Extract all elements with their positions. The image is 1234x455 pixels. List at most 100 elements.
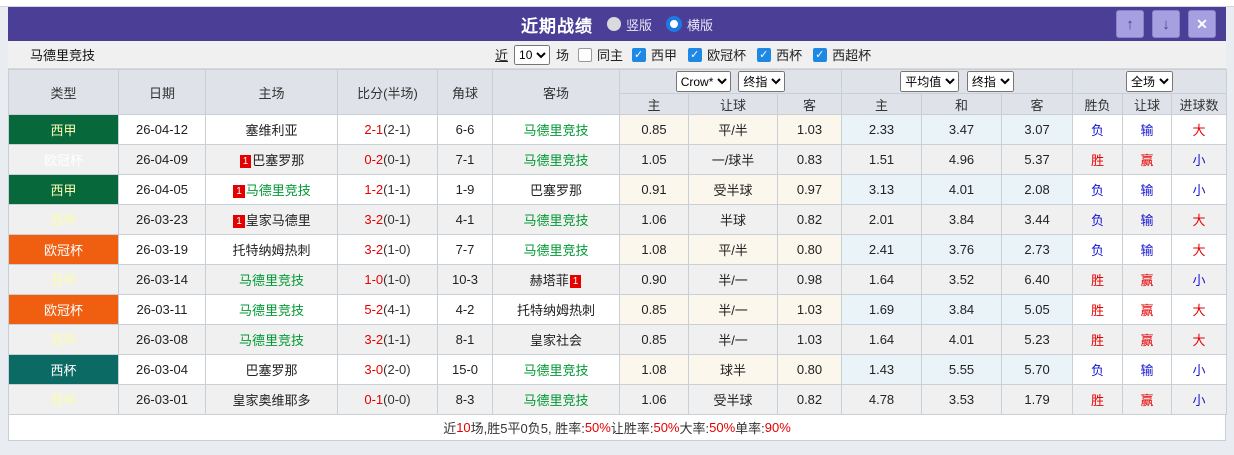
matches-label: 场 <box>556 48 570 63</box>
top-strip <box>0 0 1234 7</box>
result-cell: 胜 <box>1072 384 1124 415</box>
summary-segment: 单率: <box>735 421 765 436</box>
arrow-down-icon: ↓ <box>1162 15 1170 33</box>
layout-radio-vertical[interactable]: 竖版 <box>606 15 652 34</box>
league-checkbox-ucl[interactable] <box>688 47 703 62</box>
odds-cell: 1.06 <box>619 384 689 415</box>
match-row: 西甲 26-03-01 皇家奥维耶多 0-1(0-0) 8-3 马德里竞技 1.06 受半球 0… <box>8 384 1228 415</box>
fulltime-score: 5-2 <box>364 302 384 317</box>
subheader-avg-draw: 和 <box>921 93 1003 115</box>
filter-toolbar: 马德里竞技 近 10 场 同主 西甲 欧冠杯 西杯 西超杯 <box>8 41 1226 69</box>
result-cell: 赢 <box>1122 294 1173 325</box>
league-checkbox-liga[interactable] <box>632 47 647 62</box>
recent-label-link[interactable]: 近 <box>495 45 508 64</box>
odds-cell: 1.05 <box>619 144 689 175</box>
result-cell: 小 <box>1171 174 1228 205</box>
avg-odds-cell: 4.01 <box>921 324 1003 355</box>
result-cell: 赢 <box>1122 324 1173 355</box>
result-cell: 大 <box>1171 204 1228 235</box>
subheader-avg-away: 客 <box>1001 93 1074 115</box>
team-name: 马德里竞技 <box>30 48 96 63</box>
recent-count-select[interactable]: 10 <box>514 44 551 65</box>
fulltime-score: 3-2 <box>364 332 384 347</box>
summary-segment: 90% <box>764 420 791 435</box>
corners-cell: 7-1 <box>437 144 493 175</box>
league-checkbox-copa[interactable] <box>757 47 772 62</box>
result-cell: 负 <box>1072 114 1124 145</box>
result-cell: 小 <box>1171 144 1228 175</box>
recent-results-panel: 近期战绩 竖版 横版 ↑ ↓ ✕ 马德里竞技 近 10 场 同主 ✓ 西甲 ✓ … <box>0 0 1234 455</box>
summary-segment: 50% <box>709 420 736 435</box>
away-team-name: 马德里竞技 <box>523 243 589 258</box>
away-team-name: 马德里竞技 <box>523 153 589 168</box>
move-up-button[interactable]: ↑ <box>1116 10 1144 38</box>
away-team-name: 马德里竞技 <box>523 213 589 228</box>
away-team: 马德里竞技 <box>492 234 620 265</box>
result-cell: 大 <box>1171 294 1228 325</box>
match-date: 26-04-12 <box>118 114 206 145</box>
score-cell: 3-2(1-1) <box>337 324 438 355</box>
avg-odds-cell: 4.96 <box>921 144 1003 175</box>
result-cell: 负 <box>1072 204 1124 235</box>
summary-segment: 让胜率: <box>610 421 654 436</box>
header-odds-group: Crow* 终指 <box>618 69 843 94</box>
league-badge: 西甲 <box>8 264 119 295</box>
away-team: 马德里竞技 <box>492 384 620 415</box>
fulltime-score: 2-1 <box>364 122 384 137</box>
summary-segment: 50% <box>584 420 611 435</box>
league-checkbox-supercopa[interactable] <box>813 47 828 62</box>
odds-cell: 1.06 <box>619 204 689 235</box>
odds-cell: 0.97 <box>776 174 843 205</box>
home-team: 1 皇家马德里 <box>205 204 338 235</box>
bookmaker-select[interactable]: Crow* <box>675 71 731 92</box>
odds-cell: 1.08 <box>619 234 689 265</box>
avg-odds-cell: 5.23 <box>1001 324 1074 355</box>
radio-vertical-label: 竖版 <box>625 17 652 33</box>
odds-cell: 1.03 <box>776 324 843 355</box>
away-team: 马德里竞技 <box>492 114 620 145</box>
odds-cell: 受半球 <box>688 384 778 415</box>
subheader-handicap-result: 让球 <box>1122 93 1173 115</box>
fulltime-score: 3-0 <box>364 362 384 377</box>
move-down-button[interactable]: ↓ <box>1152 10 1180 38</box>
subheader-odds-home: 主 <box>619 93 689 115</box>
same-home-checkbox[interactable] <box>578 47 593 62</box>
close-button[interactable]: ✕ <box>1188 10 1216 38</box>
match-date: 26-04-09 <box>118 144 206 175</box>
arrow-up-icon: ↑ <box>1126 15 1134 33</box>
score-cell: 3-0(2-0) <box>337 354 438 385</box>
match-row: 西甲 26-03-08 马德里竞技 3-2(1-1) 8-1 皇家社会 0.85 半/一 1.0… <box>8 324 1228 355</box>
home-team-name: 马德里竞技 <box>238 273 304 288</box>
odds-cell: 0.85 <box>619 324 689 355</box>
result-cell: 大 <box>1171 234 1228 265</box>
titlebar: 近期战绩 竖版 横版 ↑ ↓ ✕ <box>8 7 1226 41</box>
header-avg-group: 平均值 终指 <box>841 69 1074 94</box>
result-cell: 赢 <box>1122 264 1173 295</box>
odds-cell: 球半 <box>688 354 778 385</box>
corners-cell: 7-7 <box>437 234 493 265</box>
corners-cell: 4-1 <box>437 204 493 235</box>
league-label-liga: 西甲 <box>651 48 678 63</box>
odds-cell: 0.82 <box>776 384 843 415</box>
odds-cell: 0.80 <box>776 354 843 385</box>
radio-unchecked-icon <box>606 17 621 31</box>
avg-odds-cell: 3.53 <box>921 384 1003 415</box>
radio-checked-icon <box>666 16 682 32</box>
odds-cell: 平/半 <box>688 114 778 145</box>
odds-stage-select[interactable]: 终指 <box>738 71 786 92</box>
avg-select[interactable]: 平均值 <box>900 71 960 92</box>
result-cell: 胜 <box>1072 324 1124 355</box>
home-team: 马德里竞技 <box>205 294 338 325</box>
halftime-score: (2-0) <box>383 362 411 377</box>
match-date: 26-04-05 <box>118 174 206 205</box>
layout-radio-horizontal[interactable]: 横版 <box>666 15 713 34</box>
league-label-ucl: 欧冠杯 <box>707 48 747 63</box>
avg-stage-select[interactable]: 终指 <box>966 71 1014 92</box>
avg-odds-cell: 3.47 <box>921 114 1003 145</box>
avg-odds-cell: 3.76 <box>921 234 1003 265</box>
scope-select[interactable]: 全场 <box>1126 71 1174 92</box>
avg-odds-cell: 3.52 <box>921 264 1003 295</box>
red-card-badge: 1 <box>569 275 582 288</box>
odds-cell: 0.85 <box>619 294 689 325</box>
home-team: 托特纳姆热刺 <box>205 234 338 265</box>
